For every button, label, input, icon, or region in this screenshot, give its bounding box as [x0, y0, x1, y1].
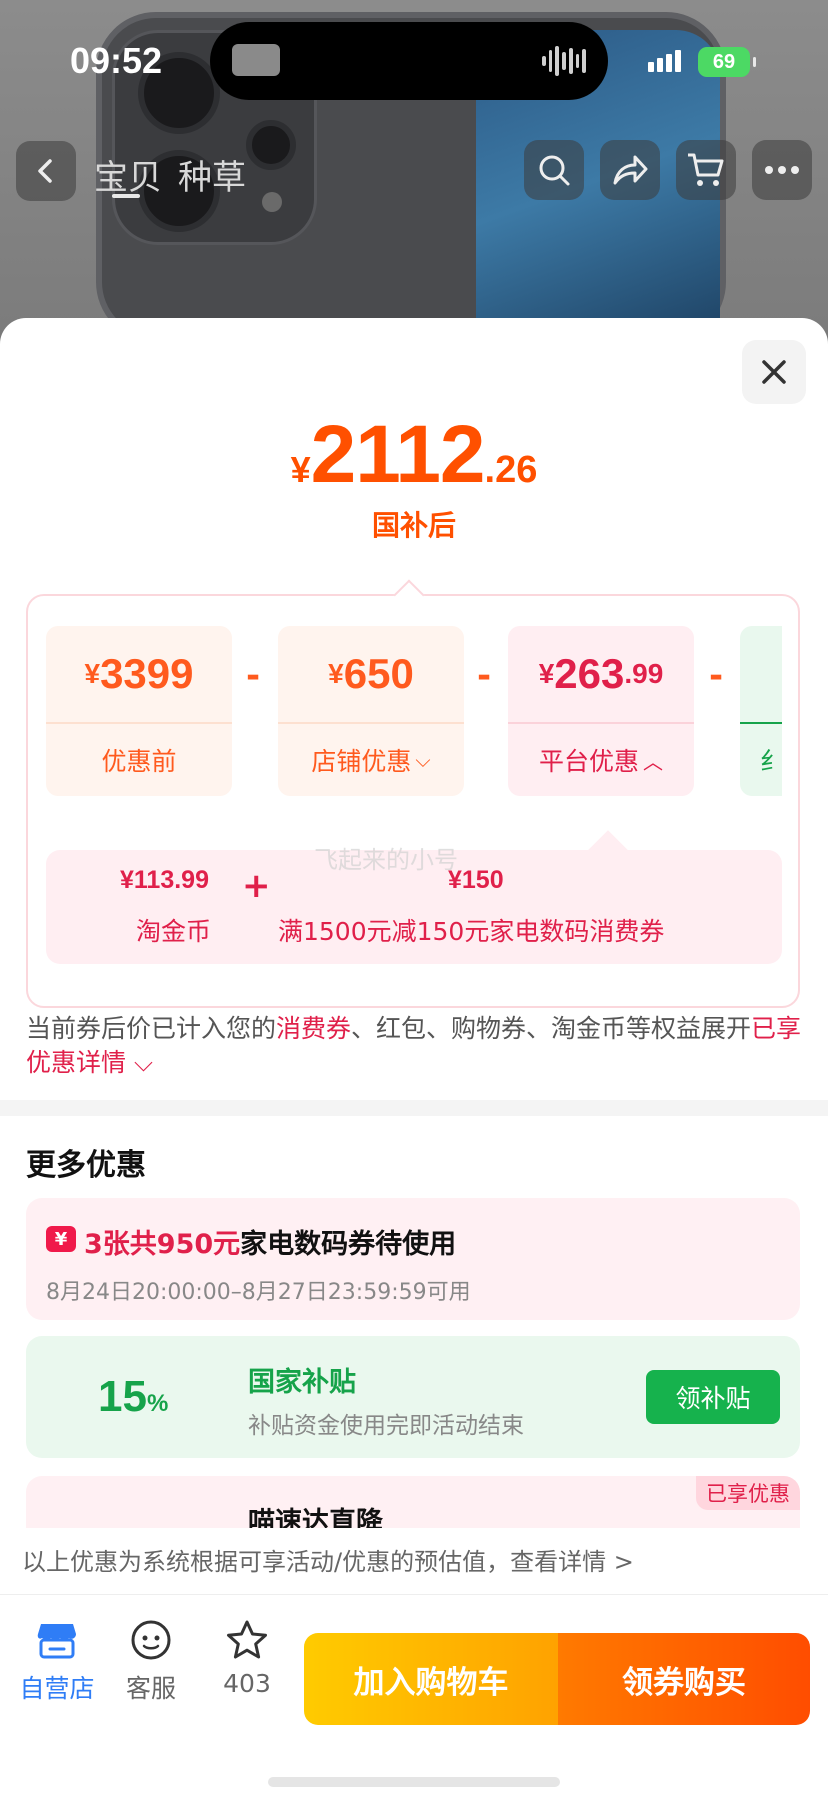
favorite-button[interactable]: 403	[204, 1615, 290, 1711]
subsidy-card-partial[interactable]: ¥ 纟	[740, 626, 782, 796]
platform-discount-decimal: .99	[624, 658, 664, 689]
search-icon[interactable]	[524, 140, 584, 200]
battery-level: 69	[712, 50, 736, 73]
favorite-count: 403	[223, 1669, 271, 1698]
subsidy-percent: 15%	[98, 1372, 168, 1422]
store-discount-amount: 650	[343, 650, 414, 697]
voucher-link[interactable]: 消费券	[276, 1014, 351, 1043]
close-button[interactable]	[742, 340, 806, 404]
shop-button[interactable]: 自营店	[14, 1615, 100, 1711]
platform-discount-card[interactable]: ¥263.99 平台优惠 ︿	[508, 626, 694, 796]
coupon-card[interactable]: ¥ 3张共950元家电数码券待使用 8月24日20:00:00–8月27日23:…	[26, 1198, 800, 1320]
chat-face-icon	[108, 1615, 194, 1665]
share-icon[interactable]	[600, 140, 660, 200]
note-text: 、红包、购物券、淘金币等权益展开	[351, 1014, 752, 1043]
customer-service-button[interactable]: 客服	[108, 1615, 194, 1711]
status-bar: 09:52 69	[0, 0, 828, 110]
taojinbi-value: ¥113.99	[120, 866, 209, 894]
home-indicator[interactable]	[268, 1777, 560, 1787]
bottom-action-bar: 自营店 客服 403 加入购物车 领券购买	[0, 1594, 828, 1796]
chevron-down-icon: ⌵	[415, 748, 431, 772]
coupon-validity: 8月24日20:00:00–8月27日23:59:59可用	[46, 1280, 471, 1305]
close-icon	[762, 360, 786, 384]
star-icon	[204, 1615, 290, 1665]
coupon-title-rest: 家电数码券待使用	[240, 1229, 457, 1260]
breakdown-pointer	[393, 579, 425, 611]
tab-active-indicator	[112, 194, 140, 198]
price-decimal: .26	[484, 449, 538, 491]
currency-symbol: ¥	[328, 658, 344, 689]
subsidy-title: 国家补贴	[248, 1367, 356, 1398]
store-icon	[14, 1615, 100, 1665]
breakdown-strip[interactable]: ¥3399 优惠前 - ¥650 店铺优惠 ⌵ - ¥263.99 平台优惠 ︿ -…	[46, 626, 782, 796]
price-label: 国补后	[371, 509, 456, 542]
platform-discount-amount: 263	[554, 650, 625, 697]
minus-sign: -	[477, 656, 492, 696]
price-currency: ¥	[290, 449, 311, 490]
subsidy-percent-value: 15	[98, 1372, 147, 1421]
price-integer: 2112	[310, 409, 486, 500]
price-note: 当前券后价已计入您的消费券、红包、购物券、淘金币等权益展开已享优惠详情 ⌵	[26, 1012, 802, 1080]
battery-indicator: 69	[698, 47, 756, 77]
voucher-label: 满1500元减150元家电数码消费券	[278, 917, 665, 946]
cart-icon[interactable]	[676, 140, 736, 200]
currency-symbol: ¥	[84, 658, 101, 689]
audio-wave-icon	[542, 44, 587, 78]
customer-service-label: 客服	[125, 1674, 176, 1703]
more-offers-title: 更多优惠	[26, 1148, 146, 1183]
subsidy-description: 补贴资金使用完即活动结束	[248, 1413, 524, 1439]
original-price-label: 优惠前	[101, 747, 177, 776]
price-breakdown: ¥3399 优惠前 - ¥650 店铺优惠 ⌵ - ¥263.99 平台优惠 ︿ -…	[26, 579, 800, 1008]
disclaimer-text: 以上优惠为系统根据可享活动/优惠的预估值，查看详情 >	[22, 1548, 634, 1576]
minus-sign: -	[246, 656, 261, 696]
platform-discount-label: 平台优惠	[538, 747, 639, 776]
currency-symbol: ¥	[538, 658, 555, 689]
dynamic-island[interactable]	[210, 22, 608, 100]
original-price-card: ¥3399 优惠前	[46, 626, 232, 796]
percent-sign: %	[146, 1390, 169, 1417]
minus-sign: -	[709, 656, 724, 696]
estimate-disclaimer[interactable]: 以上优惠为系统根据可享活动/优惠的预估值，查看详情 >	[0, 1528, 828, 1592]
tab-item[interactable]: 宝贝	[94, 150, 162, 199]
back-icon[interactable]	[16, 141, 76, 201]
now-playing-thumbnail	[232, 44, 280, 76]
store-discount-label: 店铺优惠	[311, 747, 412, 776]
plus-sign: +	[242, 866, 271, 906]
store-discount-card[interactable]: ¥650 店铺优惠 ⌵	[278, 626, 464, 796]
price-detail-sheet: ¥2112.26 国补后 ¥3399 优惠前 - ¥650 店铺优惠 ⌵ - ¥2…	[0, 318, 828, 1796]
taojinbi-label: 淘金币	[136, 917, 212, 946]
subsidy-card-label: 纟	[760, 747, 782, 776]
add-to-cart-button[interactable]: 加入购物车	[304, 1633, 558, 1725]
detail-pointer	[588, 830, 628, 870]
signal-icon	[648, 50, 681, 72]
claim-subsidy-button[interactable]: 领补贴	[646, 1370, 780, 1424]
status-time: 09:52	[70, 40, 163, 81]
coupon-title: 3张共950元家电数码券待使用	[84, 1222, 456, 1261]
final-price: ¥2112.26	[0, 408, 828, 502]
more-icon[interactable]	[752, 140, 812, 200]
tab-seeding[interactable]: 种草	[178, 150, 246, 199]
note-text: 当前券后价已计入您的	[26, 1014, 277, 1043]
section-divider	[0, 1100, 828, 1116]
enjoyed-badge: 已享优惠	[696, 1476, 800, 1510]
product-nav-bar: 宝贝 种草	[0, 140, 828, 202]
original-price-amount: 3399	[100, 650, 194, 697]
coupon-icon: ¥	[46, 1226, 76, 1252]
coupon-count: 3张共950元	[84, 1229, 241, 1260]
national-subsidy-card: 15% 国家补贴 补贴资金使用完即活动结束 领补贴	[26, 1336, 800, 1458]
shop-label: 自营店	[19, 1674, 95, 1703]
chevron-up-icon: ︿	[643, 749, 663, 774]
watermark-text: 飞起来的小号	[314, 846, 458, 874]
buy-with-coupon-button[interactable]: 领券购买	[558, 1633, 810, 1725]
